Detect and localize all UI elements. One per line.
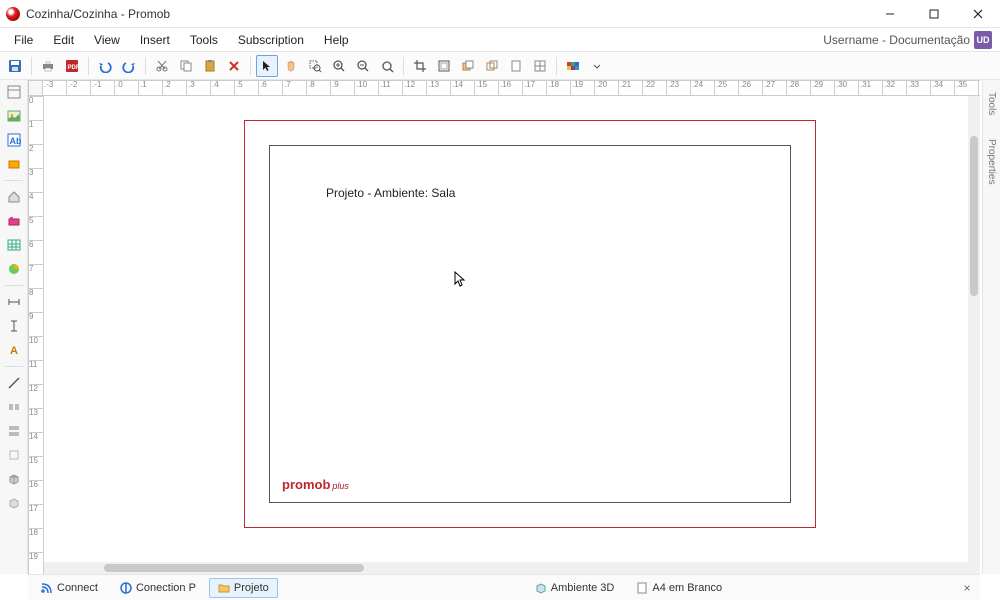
svg-text:Ab: Ab — [9, 136, 21, 146]
menu-insert[interactable]: Insert — [130, 30, 180, 50]
svg-text:A: A — [10, 345, 18, 357]
crop-icon[interactable] — [409, 55, 431, 77]
dock-image-icon[interactable] — [4, 106, 24, 126]
maximize-button[interactable] — [912, 0, 956, 28]
menu-help[interactable]: Help — [314, 30, 359, 50]
dock-table-icon[interactable] — [4, 235, 24, 255]
ruler-horizontal[interactable]: .-3.-2.-1.0.1.2.3.4.5.6.7.8.9.10.11.12.1… — [42, 80, 980, 96]
pointer-tool-icon[interactable] — [256, 55, 278, 77]
dock-chart-icon[interactable] — [4, 259, 24, 279]
zoom-in-icon[interactable] — [328, 55, 350, 77]
user-label: Username - Documentação — [823, 33, 970, 47]
right-dock: Tools Properties — [982, 80, 1000, 574]
folder-icon — [218, 582, 230, 594]
frame-icon[interactable] — [433, 55, 455, 77]
dock-cube2-icon[interactable] — [4, 493, 24, 513]
app-icon — [6, 7, 20, 21]
redo-icon[interactable] — [118, 55, 140, 77]
dock-module-icon[interactable] — [4, 211, 24, 231]
zoom-out-icon[interactable] — [352, 55, 374, 77]
dock-line-icon[interactable] — [4, 373, 24, 393]
window-title: Cozinha/Cozinha - Promob — [26, 7, 170, 21]
dock-dim-h-icon[interactable] — [4, 292, 24, 312]
delete-icon[interactable] — [223, 55, 245, 77]
paste-icon[interactable] — [199, 55, 221, 77]
promob-icon — [120, 582, 132, 594]
grid-icon[interactable] — [529, 55, 551, 77]
bottom-tabs: Connect Conection P Projeto Ambiente 3D … — [28, 574, 980, 600]
dock-shape-icon[interactable] — [4, 154, 24, 174]
dock-layout-icon[interactable] — [4, 82, 24, 102]
menubar: File Edit View Insert Tools Subscription… — [0, 28, 1000, 52]
dropdown-icon[interactable] — [586, 55, 608, 77]
hand-tool-icon[interactable] — [280, 55, 302, 77]
tab-connection-p[interactable]: Conection P — [111, 578, 205, 598]
tab-connect[interactable]: Connect — [32, 578, 107, 598]
scrollbar-thumb[interactable] — [970, 136, 978, 296]
rss-icon — [41, 582, 53, 594]
scroll-corner — [968, 562, 980, 574]
dock-home-icon[interactable] — [4, 187, 24, 207]
page-content-frame: Projeto - Ambiente: Sala promobplus — [269, 145, 791, 503]
minimize-button[interactable] — [868, 0, 912, 28]
scrollbar-thumb[interactable] — [104, 564, 364, 572]
dock-group3-icon[interactable] — [4, 445, 24, 465]
page-icon[interactable] — [505, 55, 527, 77]
titlebar: Cozinha/Cozinha - Promob — [0, 0, 1000, 28]
ruler-vertical[interactable]: 01234567891011121314151617181920 — [28, 96, 44, 574]
page-boundary: Projeto - Ambiente: Sala promobplus — [244, 120, 816, 528]
page-icon — [636, 582, 648, 594]
cut-icon[interactable] — [151, 55, 173, 77]
save-icon[interactable] — [4, 55, 26, 77]
menu-edit[interactable]: Edit — [43, 30, 84, 50]
scrollbar-vertical[interactable] — [968, 96, 980, 562]
copy-icon[interactable] — [175, 55, 197, 77]
tab-a4-blank[interactable]: A4 em Branco — [627, 578, 731, 598]
left-dock: Ab A — [0, 80, 28, 574]
zoom-fit-icon[interactable] — [376, 55, 398, 77]
brand-logo: promobplus — [282, 477, 349, 492]
layers-back-icon[interactable] — [481, 55, 503, 77]
menu-view[interactable]: View — [84, 30, 130, 50]
color-swatch-icon[interactable] — [562, 55, 584, 77]
right-tab-tools[interactable]: Tools — [985, 86, 998, 121]
dock-label-a-icon[interactable]: A — [4, 340, 24, 360]
dock-cube1-icon[interactable] — [4, 469, 24, 489]
user-badge[interactable]: UD — [974, 31, 992, 49]
tab-ambiente-3d[interactable]: Ambiente 3D — [526, 578, 624, 598]
menu-subscription[interactable]: Subscription — [228, 30, 314, 50]
tab-projeto[interactable]: Projeto — [209, 578, 278, 598]
scrollbar-horizontal[interactable] — [44, 562, 968, 574]
svg-text:PDF: PDF — [68, 65, 80, 71]
document-heading-text: Projeto - Ambiente: Sala — [326, 186, 455, 200]
main-toolbar: PDF — [0, 52, 1000, 80]
cube-icon — [535, 582, 547, 594]
zoom-area-icon[interactable] — [304, 55, 326, 77]
tab-close-button[interactable]: × — [958, 581, 976, 595]
dock-dim-v-icon[interactable] — [4, 316, 24, 336]
canvas-area[interactable]: Projeto - Ambiente: Sala promobplus — [44, 96, 980, 574]
print-icon[interactable] — [37, 55, 59, 77]
menu-file[interactable]: File — [4, 30, 43, 50]
undo-icon[interactable] — [94, 55, 116, 77]
right-tab-properties[interactable]: Properties — [985, 133, 998, 191]
dock-text-icon[interactable]: Ab — [4, 130, 24, 150]
dock-group2-icon[interactable] — [4, 421, 24, 441]
close-button[interactable] — [956, 0, 1000, 28]
pdf-icon[interactable]: PDF — [61, 55, 83, 77]
layers-front-icon[interactable] — [457, 55, 479, 77]
menu-tools[interactable]: Tools — [180, 30, 228, 50]
dock-group1-icon[interactable] — [4, 397, 24, 417]
